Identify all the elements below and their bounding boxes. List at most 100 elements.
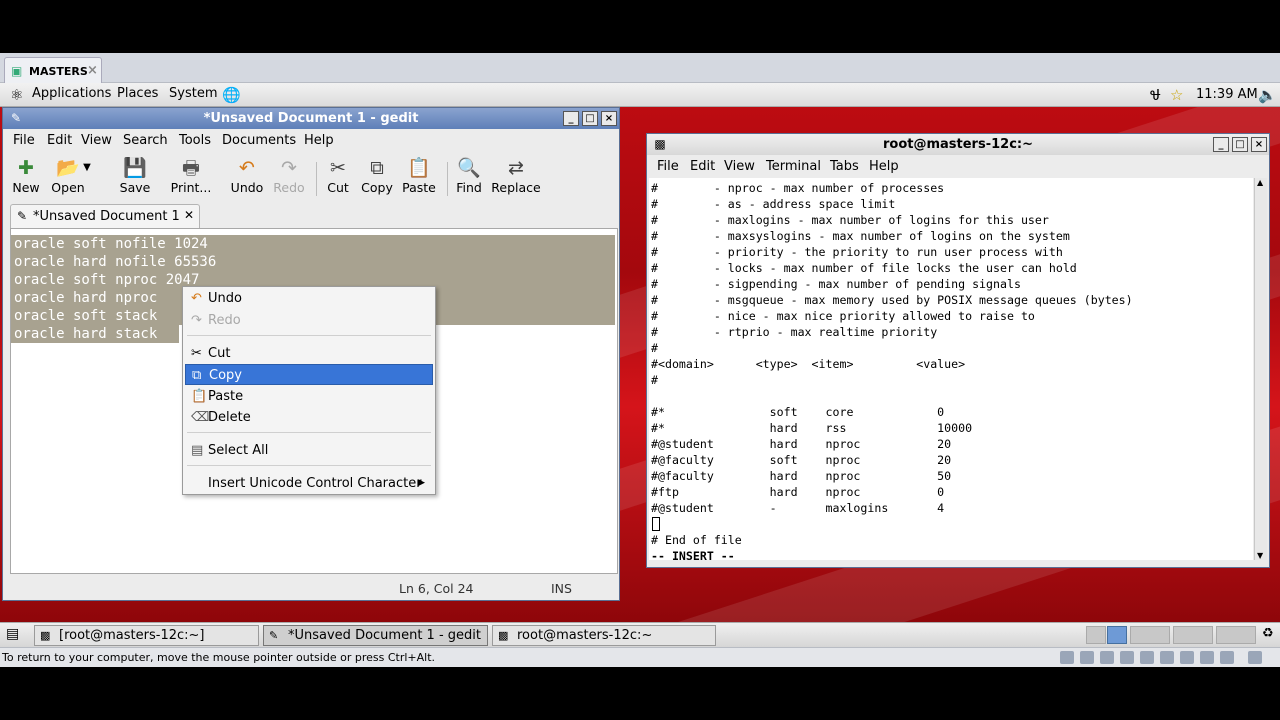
terminal-line: #@faculty soft nproc 20 <box>651 453 952 467</box>
clock[interactable]: 11:39 AM <box>1196 87 1258 102</box>
shared-folder-icon[interactable] <box>1180 651 1194 664</box>
editor-line: oracle soft nofile 1024 <box>14 236 208 252</box>
minimize-button[interactable]: _ <box>1213 137 1229 152</box>
task-terminal-2[interactable]: ▩ root@masters-12c:~ <box>492 625 716 646</box>
menu-file[interactable]: File <box>13 133 35 148</box>
foot-icon: ⚛ <box>10 86 24 104</box>
system-menu[interactable]: System <box>169 86 217 101</box>
scroll-up-icon[interactable]: ▲ <box>1257 178 1263 187</box>
document-tab-label: *Unsaved Document 1 <box>33 209 180 224</box>
terminal-menubar: File Edit View Terminal Tabs Help <box>647 156 1269 178</box>
menu-help[interactable]: Help <box>869 159 899 174</box>
vm-tab-masters[interactable]: ▣ MASTERS × <box>4 57 102 83</box>
applications-menu[interactable]: Applications <box>32 86 111 101</box>
workspace-2[interactable] <box>1107 626 1127 644</box>
menu-item-delete[interactable]: ⌫ Delete <box>185 407 433 428</box>
usb-icon[interactable] <box>1160 651 1174 664</box>
workspace-3[interactable] <box>1130 626 1170 644</box>
document-tab[interactable]: ✎ *Unsaved Document 1 ✕ <box>10 204 200 228</box>
menu-help[interactable]: Help <box>304 133 334 148</box>
show-desktop-icon[interactable]: ▤ <box>6 626 19 642</box>
menu-view[interactable]: View <box>724 159 755 174</box>
cursor-position: Ln 6, Col 24 <box>399 581 474 596</box>
terminal-line: # - priority - the priority to run user … <box>651 245 1063 259</box>
vim-mode-line: -- INSERT -- <box>651 549 735 560</box>
trash-icon[interactable]: ♻ <box>1262 626 1274 641</box>
capture-icon[interactable] <box>1220 651 1234 664</box>
close-button[interactable]: × <box>1251 137 1267 152</box>
replace-button[interactable]: ⇄ Replace <box>488 156 544 195</box>
volume-icon[interactable]: 🔈 <box>1258 86 1277 104</box>
menu-documents[interactable]: Documents <box>222 133 296 148</box>
network-globe-icon[interactable]: 🌐 <box>222 86 241 104</box>
close-icon[interactable]: × <box>87 63 98 78</box>
menu-file[interactable]: File <box>657 159 679 174</box>
task-gedit[interactable]: ✎ *Unsaved Document 1 - gedit <box>263 625 488 646</box>
terminal-line: # - as - address space limit <box>651 197 896 211</box>
network-icon[interactable] <box>1120 651 1134 664</box>
top-panel: ⚛ Applications Places System 🌐 Ꮰ ☆ 11:39… <box>0 83 1280 107</box>
keyboard-icon[interactable] <box>1248 651 1262 664</box>
menu-edit[interactable]: Edit <box>690 159 715 174</box>
menu-item-copy[interactable]: ⧉ Copy <box>185 364 433 385</box>
paste-icon: 📋 <box>191 389 208 404</box>
menu-separator <box>187 335 431 336</box>
terminal-titlebar[interactable]: ▩ root@masters-12c:~ _ □ × <box>647 134 1269 155</box>
replace-icon: ⇄ <box>508 157 524 179</box>
workspace-1[interactable] <box>1086 626 1106 644</box>
menu-view[interactable]: View <box>81 133 112 148</box>
hard-disk-icon[interactable] <box>1060 651 1074 664</box>
optical-drive-icon[interactable] <box>1080 651 1094 664</box>
context-menu: ↶ Undo ↷ Redo ✂ Cut ⧉ Copy 📋 Paste ⌫ Delete ▤ S… <box>182 286 436 495</box>
editor-line: oracle soft stack <box>14 308 158 324</box>
menu-item-cut[interactable]: ✂ Cut <box>185 343 433 364</box>
terminal-line: # - rtprio - max realtime priority <box>651 325 938 339</box>
menu-search[interactable]: Search <box>123 133 168 148</box>
menu-item-insert-unicode[interactable]: Insert Unicode Control Character ▶ <box>185 473 433 494</box>
print-button[interactable]: 🖶 Print... <box>165 156 217 195</box>
editor-line: oracle hard stack <box>14 326 158 342</box>
paste-button[interactable]: 📋 Paste <box>393 156 445 195</box>
bluetooth-icon[interactable]: Ꮰ <box>1150 86 1161 104</box>
editor-line: oracle soft nproc 2047 <box>14 272 200 288</box>
menu-item-paste[interactable]: 📋 Paste <box>185 386 433 407</box>
menu-item-select-all[interactable]: ▤ Select All <box>185 440 433 461</box>
menu-tools[interactable]: Tools <box>179 133 211 148</box>
open-dropdown-button[interactable]: ▼ <box>77 156 97 180</box>
terminal-line: # - msgqueue - max memory used by POSIX … <box>651 293 1133 307</box>
vm-icon: ▣ <box>11 64 23 78</box>
menu-edit[interactable]: Edit <box>47 133 72 148</box>
places-menu[interactable]: Places <box>117 86 158 101</box>
terminal-line: # - sigpending - max number of pending s… <box>651 277 1021 291</box>
close-button[interactable]: × <box>601 111 617 126</box>
menu-tabs[interactable]: Tabs <box>830 159 859 174</box>
terminal-output[interactable]: # - nproc - max number of processes # - … <box>649 178 1253 560</box>
gedit-titlebar[interactable]: ✎ *Unsaved Document 1 - gedit _ □ × <box>3 108 619 129</box>
workspace-4[interactable] <box>1173 626 1213 644</box>
redo-button[interactable]: ↷ Redo <box>263 156 315 195</box>
save-button[interactable]: 💾 Save <box>109 156 161 195</box>
scroll-down-icon[interactable]: ▼ <box>1257 551 1263 560</box>
menu-item-redo[interactable]: ↷ Redo <box>185 310 433 331</box>
document-icon: ✎ <box>17 209 28 223</box>
workspace-5[interactable] <box>1216 626 1256 644</box>
close-tab-icon[interactable]: ✕ <box>184 208 194 222</box>
menu-terminal[interactable]: Terminal <box>766 159 821 174</box>
star-icon[interactable]: ☆ <box>1170 86 1183 104</box>
copy-icon: ⧉ <box>192 368 202 383</box>
display-icon[interactable] <box>1200 651 1214 664</box>
menu-item-undo[interactable]: ↶ Undo <box>185 288 433 309</box>
maximize-button[interactable]: □ <box>582 111 598 126</box>
network-icon[interactable] <box>1140 651 1154 664</box>
vm-status-message: To return to your computer, move the mou… <box>2 651 436 664</box>
menu-separator <box>187 432 431 433</box>
select-all-icon: ▤ <box>191 443 204 458</box>
maximize-button[interactable]: □ <box>1232 137 1248 152</box>
delete-icon: ⌫ <box>191 410 210 425</box>
minimize-button[interactable]: _ <box>563 111 579 126</box>
task-terminal-1[interactable]: ▩ [root@masters-12c:~] <box>34 625 259 646</box>
floppy-icon[interactable] <box>1100 651 1114 664</box>
terminal-scrollbar[interactable]: ▲ ▼ <box>1254 178 1267 560</box>
gedit-toolbar: ✚ New 📂 Open ▼ 💾 Save 🖶 Print... ↶ Undo ↷ Redo… <box>3 156 621 200</box>
terminal-icon: ▩ <box>654 137 666 151</box>
